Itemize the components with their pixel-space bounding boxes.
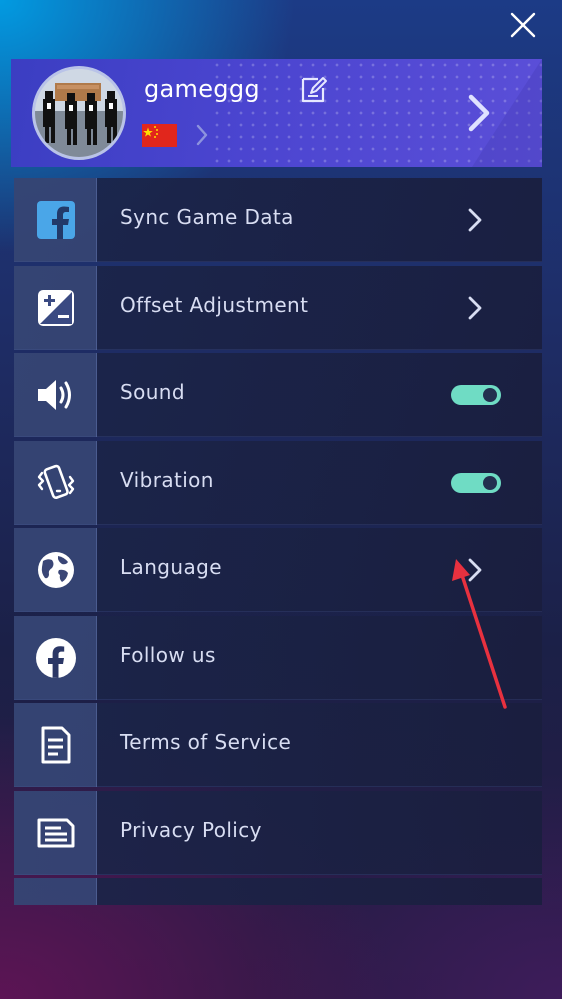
menu-item-sound: Sound bbox=[14, 353, 542, 437]
sound-toggle[interactable] bbox=[451, 385, 501, 405]
menu-item-terms-of-service[interactable]: Terms of Service bbox=[14, 703, 542, 787]
avatar[interactable] bbox=[32, 66, 126, 160]
menu-item-label: Terms of Service bbox=[120, 730, 292, 754]
menu-item-sync-game-data[interactable]: Sync Game Data bbox=[14, 178, 542, 262]
chevron-right-icon[interactable] bbox=[195, 123, 209, 147]
settings-menu: Sync Game Data Offset Adjustment Sound V… bbox=[14, 178, 542, 905]
profile-card[interactable]: gameggg bbox=[11, 59, 542, 167]
username: gameggg bbox=[144, 75, 260, 103]
globe-icon bbox=[38, 552, 74, 588]
speaker-icon bbox=[38, 380, 71, 410]
menu-item-vibration: Vibration bbox=[14, 440, 542, 525]
menu-item-label: Vibration bbox=[120, 467, 214, 492]
menu-item-label: Offset Adjustment bbox=[120, 292, 309, 317]
menu-item-language[interactable]: Language bbox=[14, 528, 542, 612]
profile-arrow-icon[interactable] bbox=[465, 93, 493, 133]
menu-item-partial[interactable] bbox=[14, 878, 542, 905]
chevron-right-icon[interactable] bbox=[466, 294, 484, 322]
facebook-square-icon bbox=[37, 201, 75, 239]
toggle-knob bbox=[483, 388, 497, 402]
offset-adjust-icon bbox=[38, 289, 74, 326]
partial-icon bbox=[34, 898, 78, 905]
chevron-right-icon[interactable] bbox=[466, 556, 484, 584]
menu-item-label: Language bbox=[120, 555, 222, 579]
menu-item-follow-us[interactable]: Follow us bbox=[14, 615, 542, 700]
document-icon bbox=[41, 726, 71, 764]
menu-item-label: Sound bbox=[120, 380, 185, 404]
menu-item-label: Privacy Policy bbox=[120, 817, 262, 842]
edit-icon[interactable] bbox=[298, 75, 328, 105]
menu-item-label: Sync Game Data bbox=[120, 205, 294, 229]
vibration-toggle[interactable] bbox=[451, 472, 501, 493]
vibration-icon bbox=[37, 464, 75, 499]
chevron-right-icon[interactable] bbox=[466, 206, 484, 234]
menu-item-privacy-policy[interactable]: Privacy Policy bbox=[14, 790, 542, 875]
menu-item-label: Follow us bbox=[120, 642, 216, 667]
privacy-doc-icon bbox=[37, 818, 75, 847]
close-icon bbox=[510, 12, 536, 38]
toggle-knob bbox=[483, 475, 497, 490]
close-button[interactable] bbox=[506, 8, 540, 42]
china-flag-icon bbox=[142, 124, 177, 147]
menu-item-offset-adjustment[interactable]: Offset Adjustment bbox=[14, 265, 542, 350]
avatar-image bbox=[35, 69, 123, 157]
facebook-circle-icon bbox=[36, 637, 76, 678]
